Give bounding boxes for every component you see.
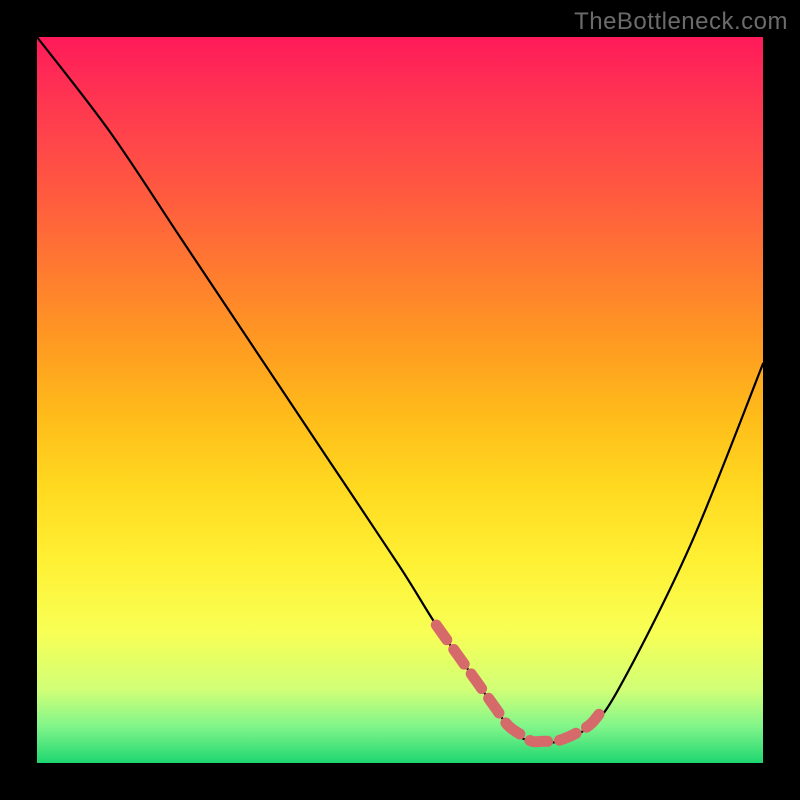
chart-frame: TheBottleneck.com (0, 0, 800, 800)
curve-svg (37, 37, 763, 763)
bottleneck-curve-path (37, 37, 763, 743)
watermark-text: TheBottleneck.com (574, 8, 788, 36)
plot-area (37, 37, 763, 763)
bottleneck-curve-annotation (436, 625, 603, 742)
